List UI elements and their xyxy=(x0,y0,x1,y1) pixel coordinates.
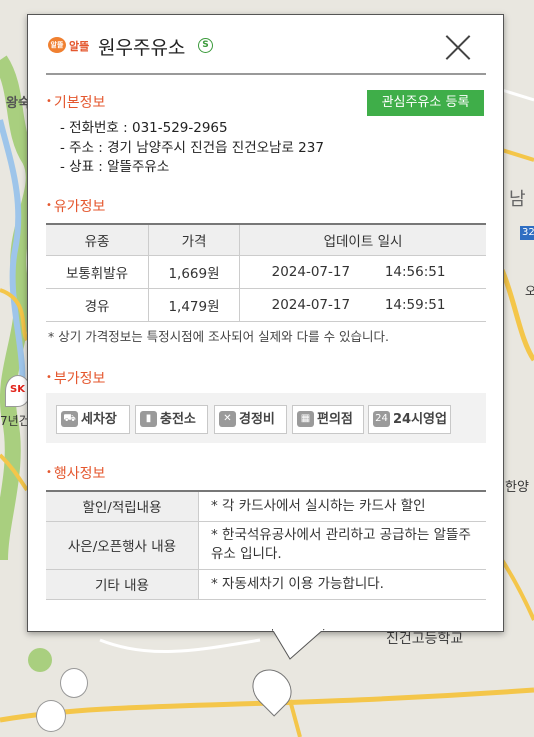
table-row: 경유 1,479원 2024-07-17 14:59:51 xyxy=(46,288,486,322)
update-time: 14:59:51 xyxy=(384,297,446,313)
event-value: * 각 카드사에서 실시하는 카드사 할인 xyxy=(198,491,486,522)
amenity-label: 충전소 xyxy=(160,412,196,427)
price-table-header: 유종 가격 업데이트 일시 xyxy=(46,224,486,256)
event-value: * 자동세차기 이용 가능합니다. xyxy=(198,569,486,600)
table-row: 보통휘발유 1,669원 2024-07-17 14:56:51 xyxy=(46,255,486,289)
amenity-maintenance: ✕ 경정비 xyxy=(214,405,287,434)
popup-pointer xyxy=(272,629,325,660)
amenity-label: 경정비 xyxy=(239,412,275,427)
header-updated-at: 업데이트 일시 xyxy=(239,224,486,256)
popup-header: 알뜰 알뜰 원우주유소 S xyxy=(46,15,486,75)
map-label: 오 xyxy=(525,284,534,298)
section-title-fuel: 유가정보 xyxy=(46,196,106,216)
car-wash-icon: ⛟ xyxy=(61,411,78,427)
wrench-icon: ✕ xyxy=(219,411,236,427)
station-info-popup: 알뜰 알뜰 원우주유소 S 기본정보 관심주유소 등록 - 전화번호 : 031… xyxy=(27,14,504,632)
map-marker-gs[interactable] xyxy=(60,668,88,698)
fuel-price: 1,669원 xyxy=(148,255,240,289)
event-key: 기타 내용 xyxy=(46,569,199,600)
amenities-bar: ⛟ 세차장 ▮ 충전소 ✕ 경정비 ▦ 편의점 24 24시영업 xyxy=(46,393,486,443)
fuel-type: 경유 xyxy=(46,288,149,322)
amenity-car-wash: ⛟ 세차장 xyxy=(56,405,130,434)
header-fuel-type: 유종 xyxy=(46,224,149,256)
fuel-price: 1,479원 xyxy=(148,288,240,322)
close-button[interactable] xyxy=(443,33,473,63)
map-label: 남 xyxy=(509,189,526,210)
update-date: 2024-07-17 xyxy=(271,264,351,280)
register-favorite-button[interactable]: 관심주유소 등록 xyxy=(367,90,484,116)
price-table: 유종 가격 업데이트 일시 보통휘발유 1,669원 2024-07-17 14… xyxy=(46,223,486,322)
road-number-badge: 32 xyxy=(522,227,534,238)
section-title-extra: 부가정보 xyxy=(46,368,106,388)
event-table: 할인/적립내용 * 각 카드사에서 실시하는 카드사 할인 사은/오픈행사 내용… xyxy=(46,490,486,600)
map-label: 7년건 xyxy=(0,414,30,428)
info-brand: - 상표 : 알뜰주유소 xyxy=(60,159,170,175)
event-key: 사은/오픈행사 내용 xyxy=(46,521,199,570)
table-row: 할인/적립내용 * 각 카드사에서 실시하는 카드사 할인 xyxy=(46,491,486,522)
amenity-charging: ▮ 충전소 xyxy=(135,405,208,434)
section-title-basic: 기본정보 xyxy=(46,92,106,112)
sk-logo-icon: SK xyxy=(10,384,25,395)
map-label: 한양 xyxy=(505,480,529,495)
update-time: 14:56:51 xyxy=(384,264,446,280)
header-price: 가격 xyxy=(148,224,240,256)
event-key: 할인/적립내용 xyxy=(46,491,199,522)
updated-at: 2024-07-17 14:56:51 xyxy=(239,255,486,289)
basic-info-list: - 전화번호 : 031-529-2965 - 주소 : 경기 남양주시 진건읍… xyxy=(60,119,324,178)
price-disclaimer: * 상기 가격정보는 특정시점에 조사되어 실제와 다를 수 있습니다. xyxy=(48,329,390,344)
table-row: 기타 내용 * 자동세차기 이용 가능합니다. xyxy=(46,569,486,600)
brand-name: 알뜰 xyxy=(69,40,90,53)
amenity-label: 24시영업 xyxy=(393,412,447,427)
fuel-type: 보통휘발유 xyxy=(46,255,149,289)
event-value: * 한국석유공사에서 관리하고 공급하는 알뜰주유소 입니다. xyxy=(198,521,486,570)
store-icon: ▦ xyxy=(297,411,314,427)
altteul-brand-logo-icon: 알뜰 xyxy=(48,37,66,53)
updated-at: 2024-07-17 14:59:51 xyxy=(239,288,486,322)
amenity-label: 세차장 xyxy=(81,412,117,427)
info-phone: - 전화번호 : 031-529-2965 xyxy=(60,120,228,136)
clock-24-icon: 24 xyxy=(373,411,390,427)
charging-icon: ▮ xyxy=(140,411,157,427)
amenity-24h: 24 24시영업 xyxy=(368,405,451,434)
section-title-event: 행사정보 xyxy=(46,463,106,483)
update-date: 2024-07-17 xyxy=(271,297,351,313)
station-name: 원우주유소 xyxy=(98,37,186,59)
amenity-store: ▦ 편의점 xyxy=(292,405,364,434)
self-service-badge-icon: S xyxy=(198,38,213,53)
table-row: 사은/오픈행사 내용 * 한국석유공사에서 관리하고 공급하는 알뜰주유소 입니… xyxy=(46,521,486,570)
info-address: - 주소 : 경기 남양주시 진건읍 진건오남로 237 xyxy=(60,139,324,156)
map-marker-gs-2[interactable] xyxy=(36,700,66,732)
amenity-label: 편의점 xyxy=(317,412,353,427)
